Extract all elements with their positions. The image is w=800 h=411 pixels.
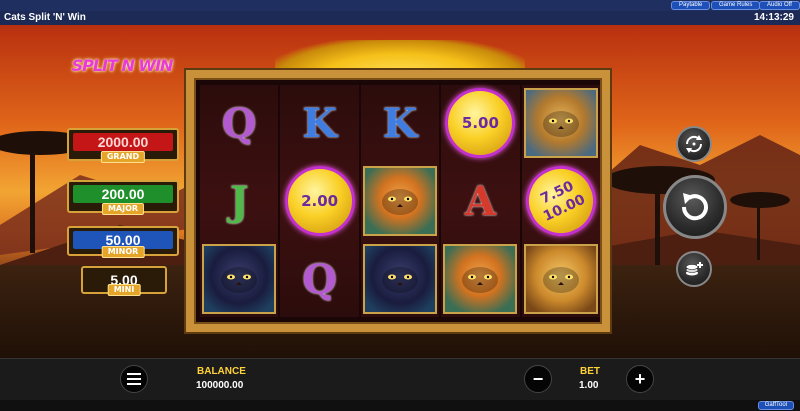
reel-cell	[522, 241, 600, 317]
jackpot-label: MINOR	[101, 246, 145, 258]
reel-cell: 7.50 10.00	[514, 154, 608, 248]
balance-value: 100000.00	[196, 380, 244, 391]
tiger-symbol	[363, 166, 438, 236]
coin-symbol: 2.00	[284, 166, 355, 236]
game-rules-button[interactable]: Game Rules	[711, 1, 761, 10]
logo-text: SPLIT N WIN	[71, 55, 174, 75]
status-strip: GaffTool	[0, 400, 800, 411]
jackpot-label: MAJOR	[101, 203, 145, 215]
menu-icon	[127, 373, 141, 385]
jackpot-value: 2000.00	[73, 133, 173, 151]
reel-5: 7.50 10.00	[514, 85, 608, 317]
jackpot-label: GRAND	[100, 151, 146, 163]
coins-button[interactable]	[676, 251, 712, 287]
bet-value: 1.00	[579, 380, 599, 391]
bet-decrease-button[interactable]: −	[524, 365, 552, 393]
reel-cell: A	[441, 163, 519, 239]
jackpot-mini: 5.00 MINI	[81, 266, 167, 296]
menu-button[interactable]	[120, 365, 148, 393]
balance-label: BALANCE	[197, 366, 246, 377]
bet-label: BET	[580, 366, 600, 377]
system-bar: Paytable Game Rules Audio Off	[0, 0, 800, 11]
reel-cell: Q	[280, 241, 358, 317]
jackpot-minor: 50.00 MINOR	[67, 226, 179, 258]
jackpot-grand: 2000.00 GRAND	[67, 128, 179, 163]
jackpot-major: 200.00 MAJOR	[67, 180, 179, 215]
game-title: Cats Split 'N' Win	[4, 12, 86, 23]
tiger-face-icon	[462, 267, 499, 293]
symbol-q: Q	[221, 99, 257, 147]
reel-cell: K	[361, 85, 439, 161]
symbol-k: K	[302, 99, 337, 147]
autoplay-button[interactable]	[676, 126, 712, 162]
autoplay-icon	[685, 135, 703, 153]
leopard-face-icon	[542, 111, 579, 137]
symbol-k: K	[382, 99, 418, 147]
panther-face-icon	[382, 267, 419, 293]
reels: Q J K 2.00 Q K 5.00 A 7.50 10.00	[200, 85, 608, 317]
jackpot-value: 200.00	[73, 185, 173, 203]
title-bar: Cats Split 'N' Win 14:13:29	[0, 11, 800, 25]
reel-3: K	[360, 85, 440, 317]
reel-cell	[200, 241, 278, 317]
coin-symbol: 5.00	[445, 88, 516, 158]
split-coin-symbol: 7.50 10.00	[514, 154, 608, 248]
reel-cell: 5.00	[441, 85, 519, 161]
tiger-symbol	[443, 244, 518, 314]
spin-icon	[681, 193, 708, 221]
tiger-face-icon	[382, 189, 419, 215]
reel-4: 5.00 A	[441, 85, 520, 317]
reel-cell: Q	[200, 85, 278, 161]
coin-value: 5.00	[461, 113, 499, 132]
symbol-q: Q	[302, 255, 338, 303]
symbol-a: A	[464, 177, 496, 225]
reel-cell	[441, 241, 519, 317]
bottom-bar: BALANCE 100000.00 − BET 1.00 +	[0, 358, 800, 400]
reel-1: QJ	[200, 85, 279, 317]
panther-face-icon	[221, 267, 258, 293]
symbol-j: J	[229, 177, 249, 225]
leopard-symbol	[523, 88, 598, 158]
spin-button[interactable]	[663, 175, 727, 239]
paytable-button[interactable]: Paytable	[671, 1, 711, 10]
reel-2: K 2.00 Q	[280, 85, 359, 317]
coin-value: 2.00	[301, 191, 339, 210]
game-logo: SPLIT N WIN	[67, 44, 177, 80]
reel-cell	[361, 241, 439, 317]
reel-cell	[361, 163, 439, 239]
gaff-tool-button[interactable]: GaffTool	[757, 401, 794, 410]
clock: 14:13:29	[753, 12, 794, 23]
reel-cell	[522, 85, 600, 161]
coins-plus-icon	[685, 262, 703, 276]
audio-toggle-button[interactable]: Audio Off	[759, 1, 800, 10]
panther-symbol	[202, 244, 277, 314]
panther-symbol	[363, 244, 438, 314]
reel-cell: J	[200, 163, 278, 239]
reel-cell: 2.00	[280, 163, 358, 239]
reel-cell: K	[280, 85, 358, 161]
jackpot-label: MINI	[107, 284, 141, 296]
lion-symbol	[523, 244, 598, 314]
bet-increase-button[interactable]: +	[626, 365, 654, 393]
lion-face-icon	[542, 267, 579, 293]
